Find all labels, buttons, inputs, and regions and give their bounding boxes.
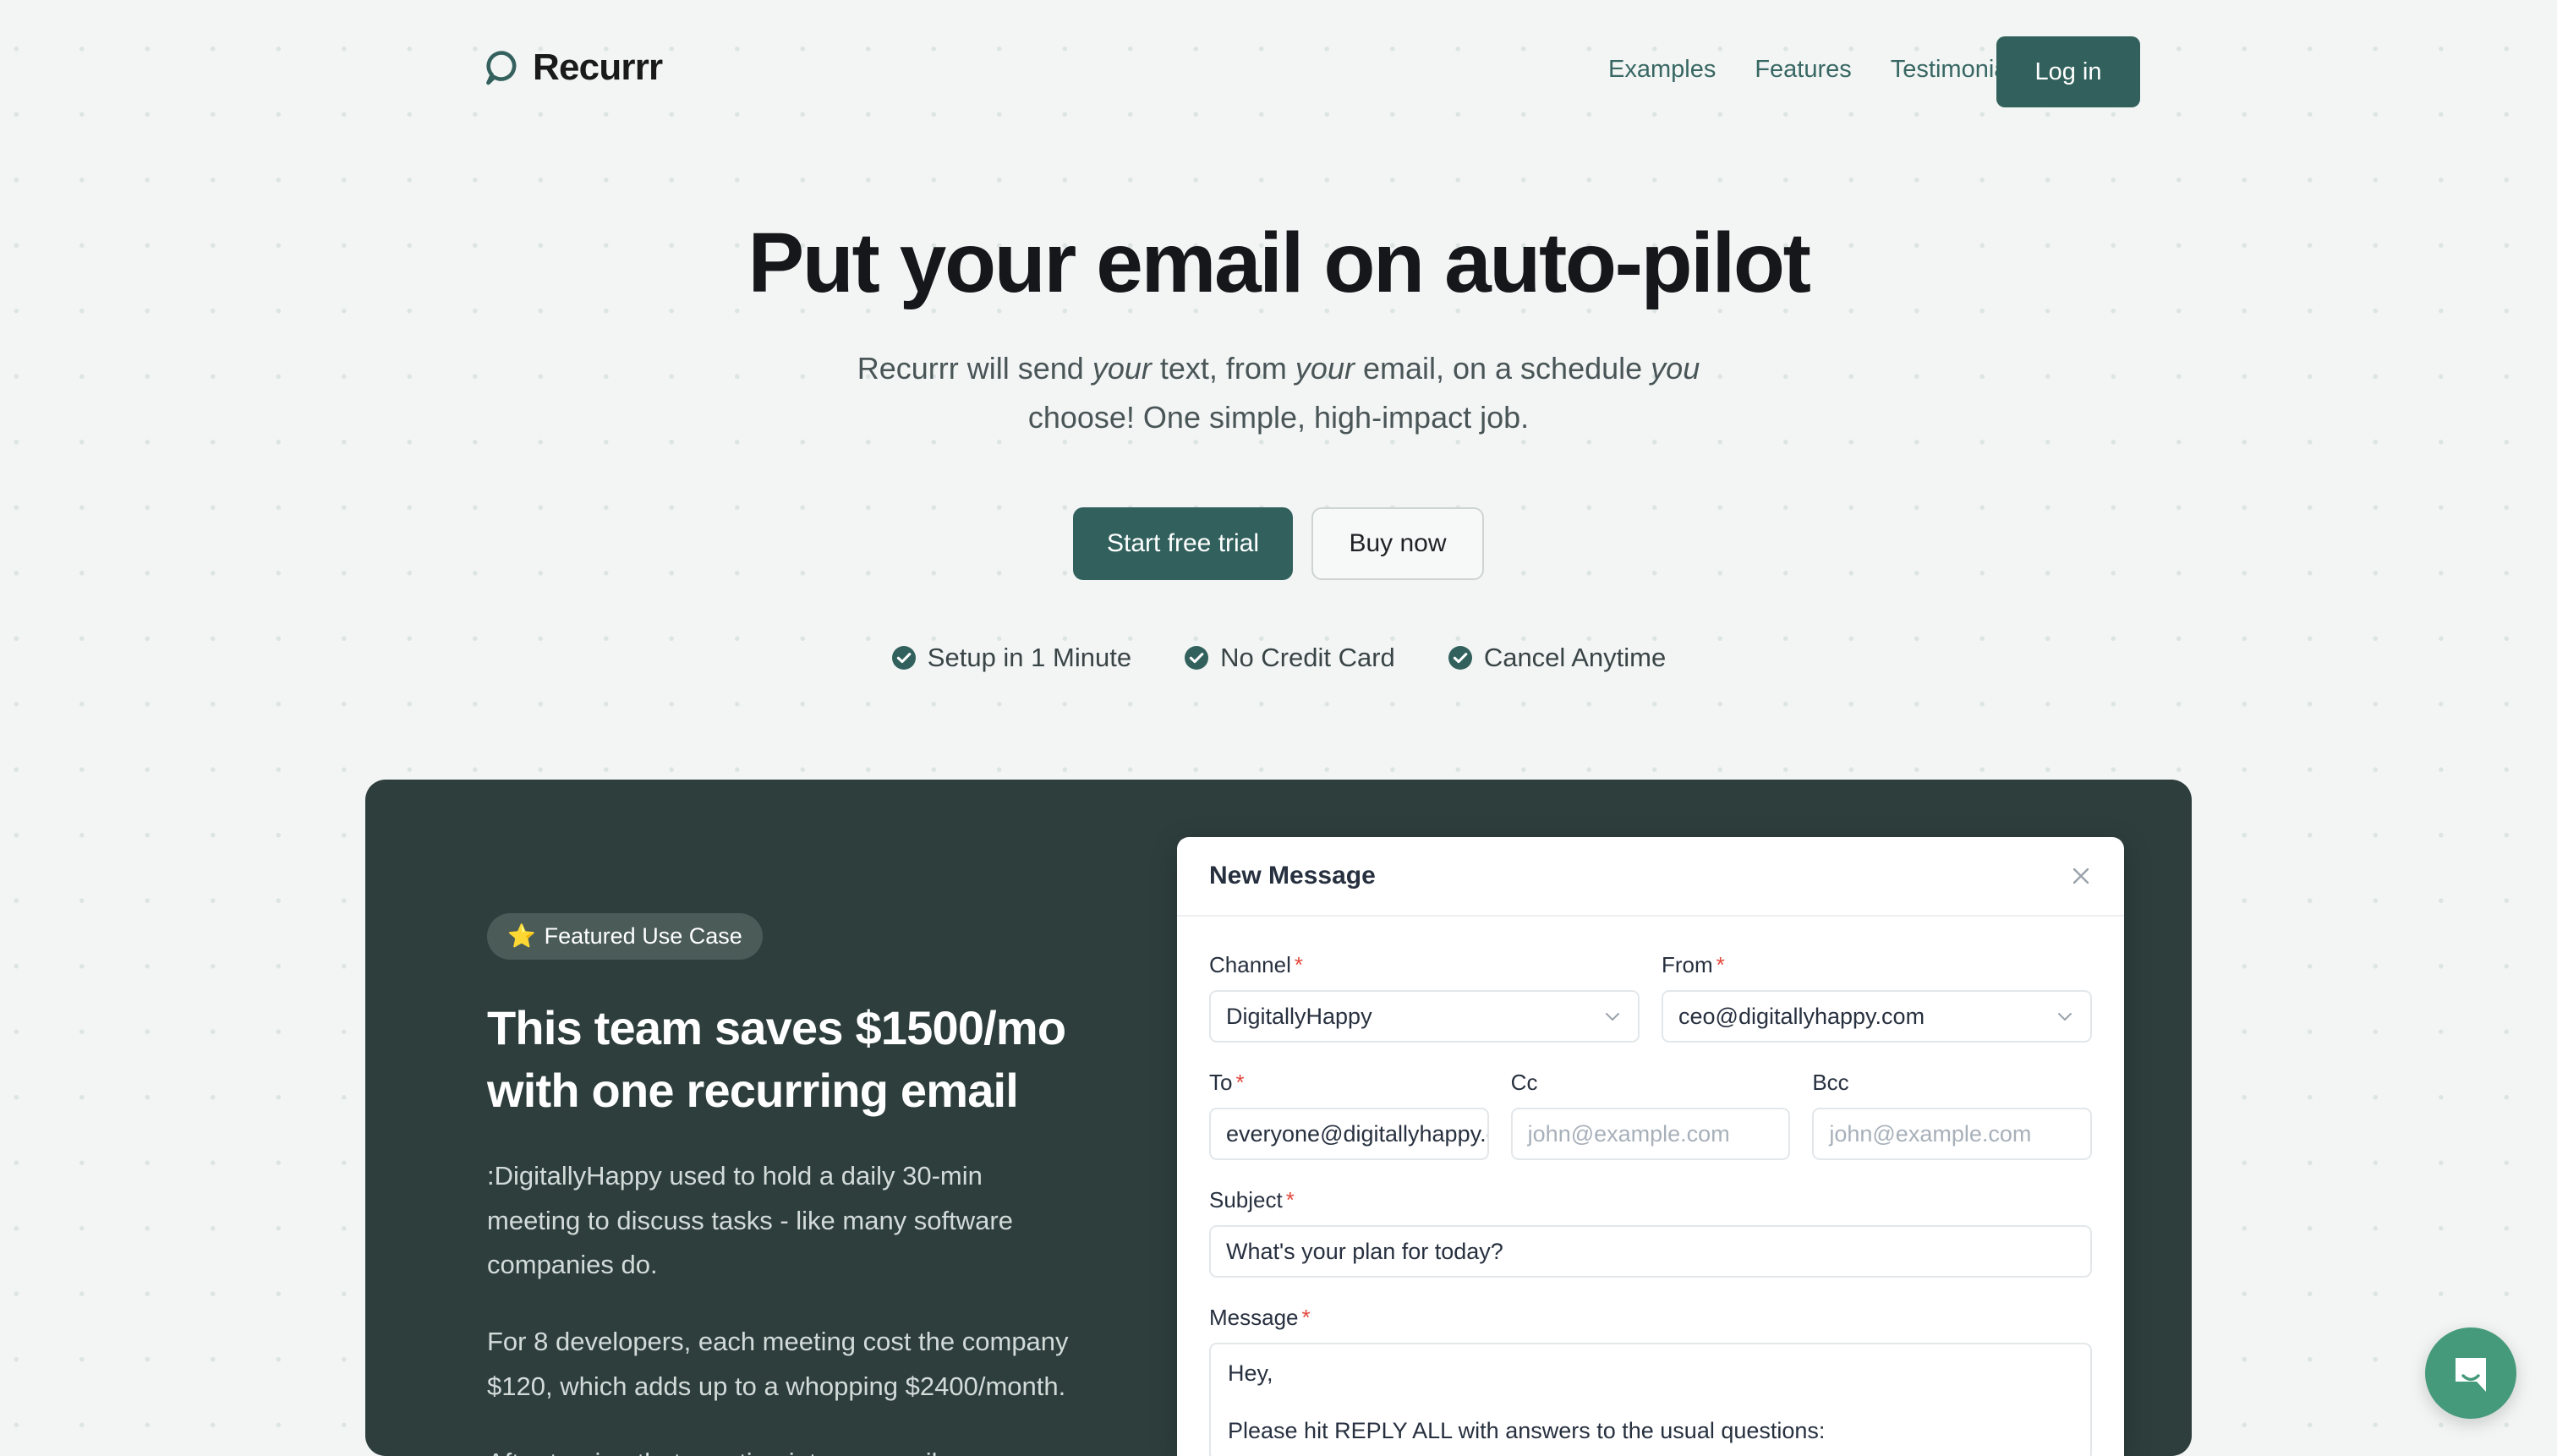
chat-launcher-button[interactable] bbox=[2425, 1327, 2516, 1419]
dialog-header: New Message bbox=[1177, 837, 2124, 917]
required-marker: * bbox=[1285, 1187, 1295, 1212]
check-circle-icon bbox=[891, 645, 917, 671]
assurance-label: Cancel Anytime bbox=[1483, 642, 1667, 672]
subject-label: Subject * bbox=[1209, 1187, 1295, 1212]
new-message-dialog: New Message Channel * DigitallyHappy Fro… bbox=[1177, 837, 2124, 1456]
assurance-label: No Credit Card bbox=[1220, 642, 1395, 672]
hero-sub-part1: Recurrr will send bbox=[857, 351, 1092, 386]
subject-field-group: Subject * What's your plan for today? bbox=[1209, 1187, 2092, 1278]
chevron-down-icon bbox=[2055, 1006, 2075, 1026]
chevron-down-icon bbox=[1602, 1006, 1623, 1026]
required-marker: * bbox=[1716, 952, 1725, 977]
cc-label: Cc bbox=[1510, 1070, 1538, 1095]
star-icon: ⭐ bbox=[507, 923, 536, 949]
hero-sub-em2: your bbox=[1295, 351, 1355, 386]
assurance-list: Setup in 1 Minute No Credit Card Cancel … bbox=[0, 643, 2557, 673]
speech-bubble-ring-icon bbox=[484, 50, 519, 85]
login-button[interactable]: Log in bbox=[1996, 36, 2140, 107]
showcase-copy: ⭐ Featured Use Case This team saves $150… bbox=[487, 913, 1079, 1456]
from-label: From * bbox=[1662, 952, 1725, 977]
to-field-group: To* everyone@digitallyhappy.com bbox=[1209, 1070, 1489, 1160]
message-textarea[interactable]: Hey, Please hit REPLY ALL with answers t… bbox=[1209, 1343, 2092, 1456]
showcase-title: This team saves $1500/mo with one recurr… bbox=[487, 1001, 1066, 1117]
brand-logo-link[interactable]: Recurrr bbox=[484, 47, 663, 88]
required-marker: * bbox=[1294, 952, 1303, 977]
to-label: To * bbox=[1209, 1070, 1245, 1095]
dialog-body: Channel * DigitallyHappy From * ceo@digita… bbox=[1177, 917, 2124, 1456]
bcc-input-placeholder: john@example.com bbox=[1829, 1120, 2032, 1147]
assurance-label: Setup in 1 Minute bbox=[927, 642, 1132, 672]
site-header: Recurrr Examples Features Testimonials P… bbox=[0, 0, 2557, 152]
channel-select-value: DigitallyHappy bbox=[1226, 1003, 1372, 1029]
channel-field-group: Channel * DigitallyHappy bbox=[1209, 952, 1640, 1043]
message-field-group: Message * Hey, Please hit REPLY ALL with … bbox=[1209, 1305, 2092, 1456]
dialog-title: New Message bbox=[1209, 862, 1376, 889]
nav-item-examples[interactable]: Examples bbox=[1608, 56, 1716, 84]
channel-from-row: Channel * DigitallyHappy From * ceo@digita… bbox=[1209, 952, 2092, 1043]
message-label: Message * bbox=[1209, 1305, 1311, 1330]
recipients-row: To* everyone@digitallyhappy.com Cc john@… bbox=[1209, 1070, 2093, 1160]
assurance-item-setup: Setup in 1 Minute bbox=[891, 643, 1131, 673]
status-badge-label: Featured Use Case bbox=[544, 923, 742, 949]
hero-sub-part2: text, from bbox=[1151, 351, 1295, 386]
subject-input[interactable]: What's your plan for today? bbox=[1209, 1225, 2092, 1278]
message-line-1: Hey, bbox=[1228, 1360, 1273, 1386]
cc-input[interactable]: john@example.com bbox=[1510, 1108, 1791, 1160]
assurance-item-cancel-anytime: Cancel Anytime bbox=[1448, 643, 1666, 673]
hero-sub-part3: email, on a schedule bbox=[1354, 351, 1651, 386]
to-input-value: everyone@digitallyhappy.com bbox=[1226, 1120, 1487, 1147]
message-line-2: Please hit REPLY ALL with answers to the… bbox=[1228, 1417, 1826, 1443]
showcase-paragraph-1: :DigitallyHappy used to hold a daily 30-… bbox=[487, 1160, 1013, 1280]
check-circle-icon bbox=[1184, 645, 1209, 671]
check-circle-icon bbox=[1448, 645, 1473, 671]
hero-sub-part4: choose! One simple, high-impact job. bbox=[1027, 400, 1530, 435]
brand-name: Recurrr bbox=[533, 47, 663, 88]
hero-subtitle: Recurrr will send your text, from your e… bbox=[856, 344, 1701, 443]
page-title: Put your email on auto-pilot bbox=[747, 216, 1810, 310]
from-field-group: From * ceo@digitallyhappy.com bbox=[1662, 952, 2092, 1043]
close-icon[interactable] bbox=[2068, 863, 2094, 889]
required-marker: * bbox=[1235, 1070, 1245, 1095]
from-select[interactable]: ceo@digitallyhappy.com bbox=[1662, 990, 2092, 1043]
subject-input-value: What's your plan for today? bbox=[1226, 1238, 1503, 1264]
channel-select[interactable]: DigitallyHappy bbox=[1209, 990, 1640, 1043]
bcc-field-group: Bcc john@example.com bbox=[1812, 1070, 2093, 1160]
buy-now-button[interactable]: Buy now bbox=[1311, 506, 1484, 580]
hero-sub-em1: your bbox=[1092, 351, 1152, 386]
status-badge: ⭐ Featured Use Case bbox=[487, 913, 763, 960]
required-marker: * bbox=[1301, 1305, 1311, 1330]
hero-section: Put your email on auto-pilot Recurrr wil… bbox=[0, 216, 2557, 673]
bcc-label: Bcc bbox=[1812, 1070, 1849, 1095]
start-free-trial-button[interactable]: Start free trial bbox=[1073, 506, 1293, 580]
assurance-item-no-credit-card: No Credit Card bbox=[1184, 643, 1395, 673]
to-input[interactable]: everyone@digitallyhappy.com bbox=[1209, 1108, 1489, 1160]
cc-input-placeholder: john@example.com bbox=[1527, 1120, 1730, 1147]
cc-field-group: Cc john@example.com bbox=[1510, 1070, 1791, 1160]
channel-label: Channel * bbox=[1209, 952, 1303, 977]
from-select-value: ceo@digitallyhappy.com bbox=[1678, 1003, 1925, 1029]
chat-bubble-smile-icon bbox=[2449, 1351, 2493, 1395]
nav-item-features[interactable]: Features bbox=[1755, 56, 1851, 84]
showcase-paragraph-3: After turning that meeting into an email… bbox=[487, 1441, 1079, 1456]
bcc-input[interactable]: john@example.com bbox=[1812, 1108, 2093, 1160]
showcase-paragraph-2: For 8 developers, each meeting cost the … bbox=[487, 1326, 1069, 1401]
hero-cta-row: Start free trial Buy now bbox=[0, 506, 2557, 580]
hero-sub-em3: you bbox=[1651, 351, 1700, 386]
